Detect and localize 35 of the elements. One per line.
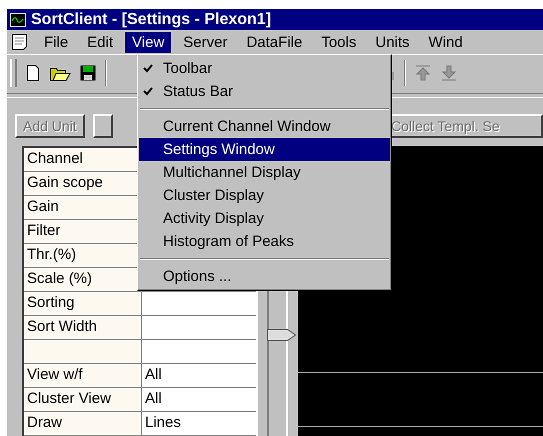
menu-item[interactable]: Wind [422,32,470,52]
menu-option[interactable]: Settings Window [139,138,390,161]
toolbar-grip[interactable] [10,59,17,87]
setting-value-cell[interactable] [142,316,256,339]
menu-item[interactable]: Tools [314,32,364,52]
new-file-icon[interactable] [25,64,41,82]
setting-name-cell: View w/f [24,364,142,387]
menu-item[interactable]: Server [176,32,234,52]
setting-name-cell: Sort Width [24,316,142,339]
check-icon [143,64,153,73]
menu-item[interactable]: Units [368,32,417,52]
setting-name-cell: Draw [24,412,142,435]
window-title: SortClient - [Settings - Plexon1] [31,10,272,28]
document-icon[interactable] [11,33,29,51]
menu-option[interactable]: Options ... [139,265,390,288]
menu-item[interactable]: View [125,32,172,52]
menu-item[interactable]: DataFile [239,32,310,52]
waveform-icon [10,12,26,26]
toolbar-button[interactable] [92,114,113,138]
menu-option[interactable]: Multichannel Display [139,161,390,184]
setting-value-cell[interactable] [142,292,256,315]
setting-value-cell[interactable]: All [142,388,256,411]
slider-thumb[interactable] [267,328,297,342]
menu-option[interactable]: Status Bar [139,80,390,103]
menu-option[interactable]: Cluster Display [139,184,390,207]
setting-value-cell[interactable]: All [142,364,256,387]
menu-option[interactable]: Histogram of Peaks [139,230,390,253]
menu-option[interactable]: Toolbar [139,57,390,80]
menu-item[interactable]: Edit [80,32,120,52]
menu-item[interactable]: File [37,32,76,52]
setting-name-cell: Cluster View [24,388,142,411]
setting-value-cell[interactable]: Lines [142,412,256,435]
check-icon [143,87,153,96]
menu-option[interactable]: Activity Display [139,207,390,230]
setting-name-cell: Sorting [24,292,142,315]
